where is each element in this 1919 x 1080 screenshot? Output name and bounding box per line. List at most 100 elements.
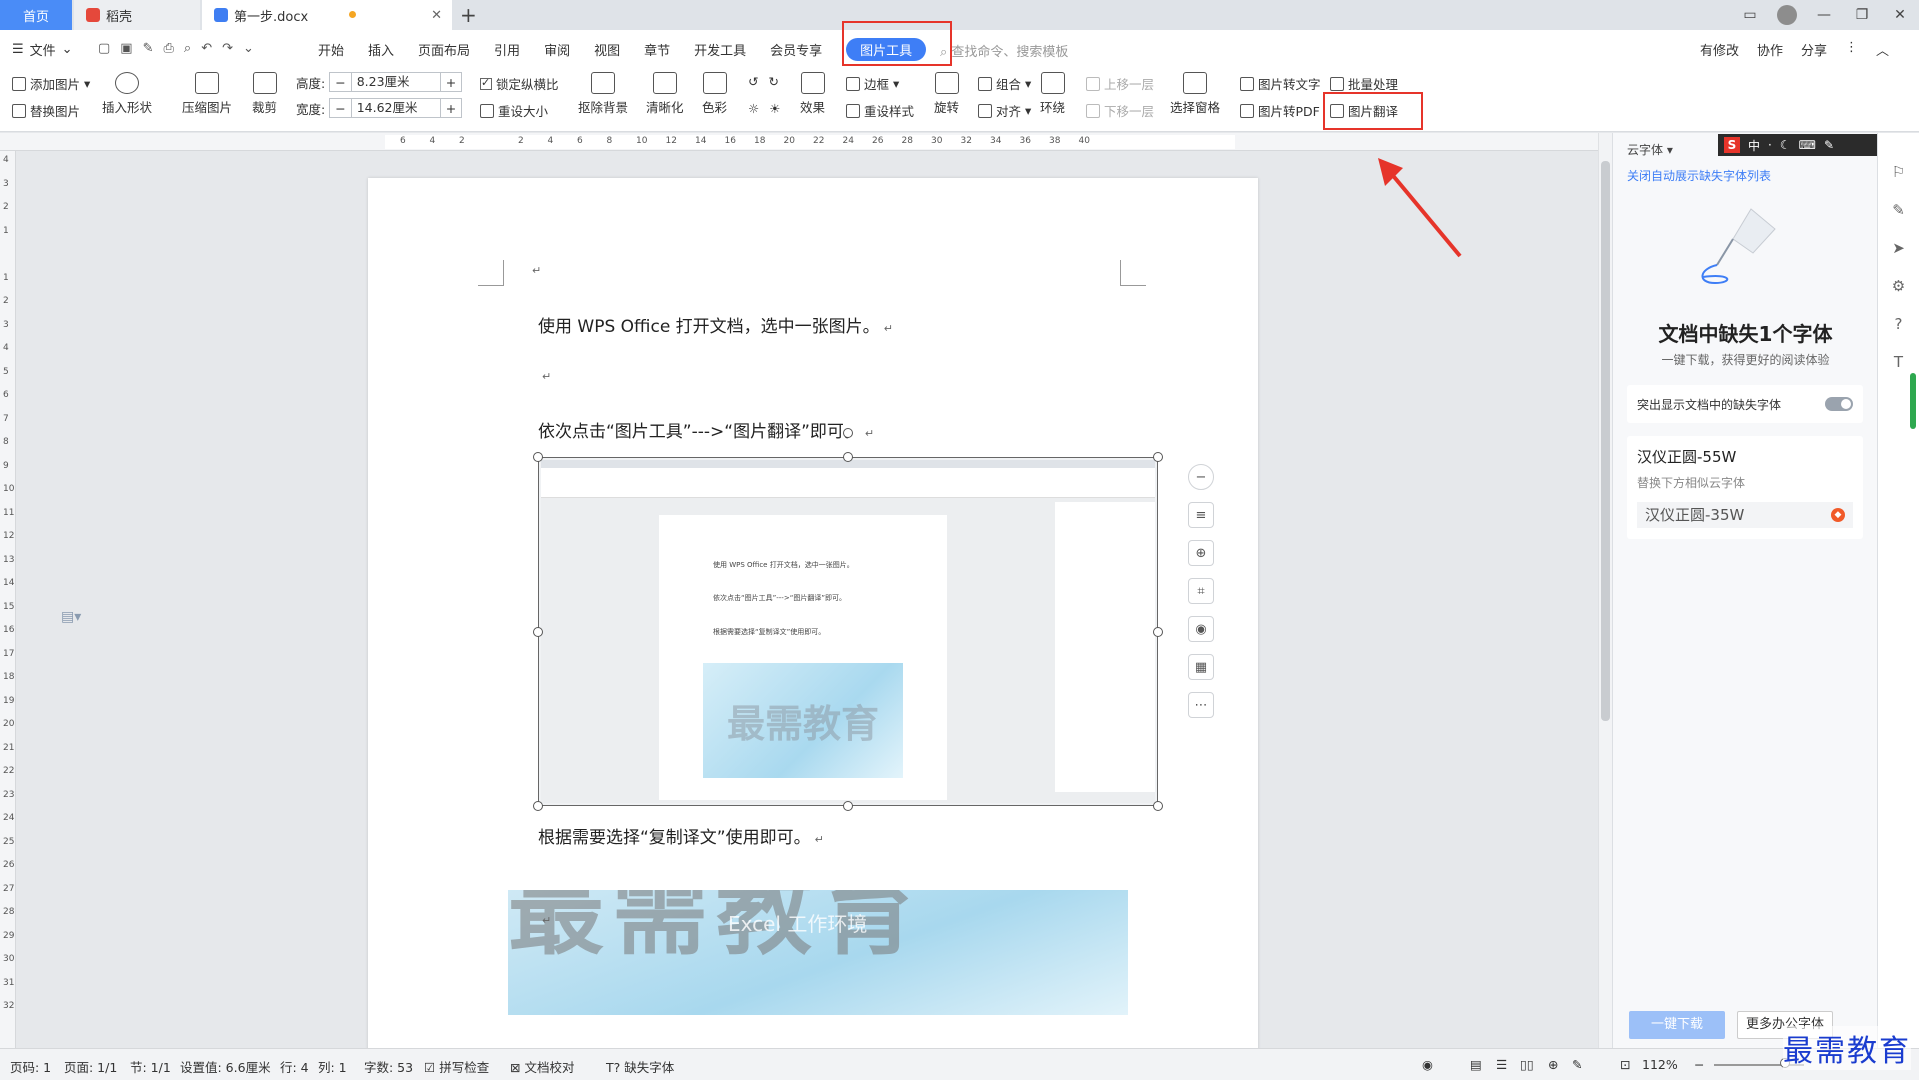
highlight-missing-toggle[interactable] (1825, 397, 1853, 411)
menu-insert[interactable]: 插入 (368, 40, 394, 59)
width-stepper[interactable]: −14.62厘米 + (329, 98, 463, 118)
page-view-icon[interactable]: ▤ (1470, 1057, 1482, 1072)
help-icon[interactable]: ? (1889, 315, 1909, 333)
paragraph-1[interactable]: 使用 WPS Office 打开文档，选中一张图片。 ↵ (538, 312, 893, 337)
height-stepper[interactable]: −8.23厘米 + (329, 72, 463, 92)
zoom-out-icon[interactable]: − (1694, 1057, 1704, 1072)
status-setting[interactable]: 设置值: 6.6厘米 (180, 1057, 271, 1076)
resize-handle[interactable] (533, 452, 543, 462)
selection-pane-button[interactable]: 选择窗格 (1170, 72, 1220, 116)
print-icon[interactable]: ⎙ (164, 41, 174, 56)
more-options-icon[interactable]: ⋮ (1845, 40, 1858, 59)
close-tab-icon[interactable]: ✕ (431, 8, 442, 23)
resize-handle[interactable] (843, 452, 853, 462)
changes-button[interactable]: 有修改 (1700, 40, 1739, 59)
decrease-icon[interactable]: − (330, 101, 350, 116)
file-menu-button[interactable]: ☰ 文件 ⌄ (12, 40, 73, 59)
decrease-icon[interactable]: − (330, 75, 350, 90)
selected-screenshot-image[interactable]: 使用 WPS Office 打开文档，选中一张图片。 依次点击“图片工具”---… (533, 428, 1163, 811)
spell-check-button[interactable]: ☑ 拼写检查 (424, 1057, 489, 1076)
write-view-icon[interactable]: ✎ (1572, 1057, 1582, 1072)
minimize-button[interactable]: — (1805, 7, 1843, 23)
rotate-right-icon[interactable]: ↻ (768, 74, 778, 89)
sharpen-button[interactable]: 清晰化 (646, 72, 684, 116)
similar-font-option[interactable]: 汉仪正圆-35W ◆ (1637, 502, 1853, 528)
ime-moon-icon[interactable]: ☾ (1780, 138, 1791, 152)
scrollbar-thumb[interactable] (1601, 161, 1610, 721)
doc-proof-button[interactable]: ⊠ 文档校对 (510, 1057, 574, 1076)
status-pages[interactable]: 页面: 1/1 (64, 1057, 117, 1076)
menu-developer[interactable]: 开发工具 (694, 40, 746, 59)
tab-document[interactable]: 第一步.docx ✕ (202, 0, 452, 30)
width-value[interactable]: 14.62厘米 (350, 99, 441, 117)
missing-font-button[interactable]: T? 缺失字体 (606, 1057, 674, 1076)
color-button[interactable]: 色彩 (702, 72, 727, 116)
pen-icon[interactable]: ✎ (1889, 201, 1909, 219)
brightness-up-icon[interactable]: ☼ (748, 101, 759, 116)
pin-icon[interactable]: ⚐ (1889, 163, 1909, 181)
ime-settings-icon[interactable]: ✎ (1824, 138, 1834, 152)
menu-references[interactable]: 引用 (494, 40, 520, 59)
resize-handle[interactable] (1153, 627, 1163, 637)
zoom-level[interactable]: 112% (1642, 1057, 1678, 1072)
select-cursor-icon[interactable]: ➤ (1889, 239, 1909, 257)
border-button[interactable]: 边框 ▾ (846, 74, 899, 93)
crop-button[interactable]: 裁剪 (252, 72, 277, 116)
align-button[interactable]: 对齐 ▾ (978, 101, 1031, 120)
image-to-text-icon[interactable]: ▦ (1188, 654, 1214, 680)
increase-icon[interactable]: + (441, 101, 461, 116)
compress-image-button[interactable]: 压缩图片 (182, 72, 232, 116)
download-all-button[interactable]: 一键下载 (1629, 1011, 1725, 1039)
crop-icon[interactable]: ⌗ (1188, 578, 1214, 604)
batch-process-button[interactable]: 批量处理 (1330, 74, 1398, 93)
menu-chapter[interactable]: 章节 (644, 40, 670, 59)
replace-image-button[interactable]: 替换图片 (12, 101, 80, 120)
document-page[interactable]: ↵ 使用 WPS Office 打开文档，选中一张图片。 ↵ ↵ 依次点击“图片工… (368, 178, 1258, 1048)
remove-background-button[interactable]: 抠除背景 (578, 72, 628, 116)
resize-handle[interactable] (1153, 801, 1163, 811)
status-word-count[interactable]: 字数: 53 (364, 1057, 413, 1076)
menu-member[interactable]: 会员专享 (770, 40, 822, 59)
layout-options-icon[interactable]: ≡ (1188, 502, 1214, 528)
eye-protection-icon[interactable]: ◉ (1422, 1057, 1433, 1072)
resize-handle[interactable] (843, 801, 853, 811)
bring-forward-button[interactable]: 上移一层 (1086, 74, 1154, 93)
new-tab-button[interactable]: + (460, 3, 477, 27)
send-backward-button[interactable]: 下移一层 (1086, 101, 1154, 120)
group-button[interactable]: 组合 ▾ (978, 74, 1031, 93)
save-icon[interactable]: ▣ (120, 41, 132, 56)
insert-shape-button[interactable]: 插入形状 (102, 72, 152, 116)
collapse-icon[interactable]: − (1188, 464, 1214, 490)
vertical-scrollbar[interactable] (1598, 133, 1612, 1048)
brightness-down-icon[interactable]: ☀ (769, 101, 780, 116)
font-icon[interactable]: T (1889, 353, 1909, 371)
command-search[interactable]: ⌕ 查找命令、搜索模板 (940, 41, 1068, 60)
add-image-button[interactable]: 添加图片 ▾ (12, 74, 90, 93)
collaborate-button[interactable]: 协作 (1757, 40, 1783, 59)
lock-ratio-checkbox[interactable]: 锁定纵横比 (480, 74, 559, 93)
web-view-icon[interactable]: ⊕ (1548, 1057, 1558, 1072)
resize-handle[interactable] (1153, 452, 1163, 462)
settings-sliders-icon[interactable]: ⚙ (1889, 277, 1909, 295)
menu-view[interactable]: 视图 (594, 40, 620, 59)
increase-icon[interactable]: + (441, 75, 461, 90)
ime-chinese-mode[interactable]: 中 (1748, 137, 1760, 154)
zoom-in-icon[interactable]: ⊕ (1188, 540, 1214, 566)
status-section[interactable]: 节: 1/1 (130, 1057, 171, 1076)
rotate-handle-icon[interactable] (843, 428, 853, 438)
print-preview-icon[interactable]: ⌕ (184, 41, 191, 56)
close-window-button[interactable]: ✕ (1881, 7, 1919, 23)
fit-page-icon[interactable]: ⊡ (1620, 1057, 1630, 1072)
menu-page-layout[interactable]: 页面布局 (418, 40, 470, 59)
more-icon[interactable]: ⋯ (1188, 692, 1214, 718)
paragraph-3[interactable]: 根据需要选择“复制译文”使用即可。 ↵ (538, 823, 824, 848)
paragraph-2[interactable]: 依次点击“图片工具”--->“图片翻译”即可。 ↵ (538, 417, 874, 442)
rotate-left-icon[interactable]: ↺ (748, 74, 758, 89)
tab-wps[interactable]: 稻壳 (74, 0, 200, 30)
share-button[interactable]: 分享 (1801, 40, 1827, 59)
reset-size-button[interactable]: 重设大小 (480, 101, 548, 120)
reading-view-icon[interactable]: ▯▯ (1520, 1057, 1534, 1072)
image-to-pdf-button[interactable]: 图片转PDF (1240, 101, 1320, 120)
wrap-button[interactable]: 环绕 (1040, 72, 1065, 116)
reset-style-button[interactable]: 重设样式 (846, 101, 914, 120)
